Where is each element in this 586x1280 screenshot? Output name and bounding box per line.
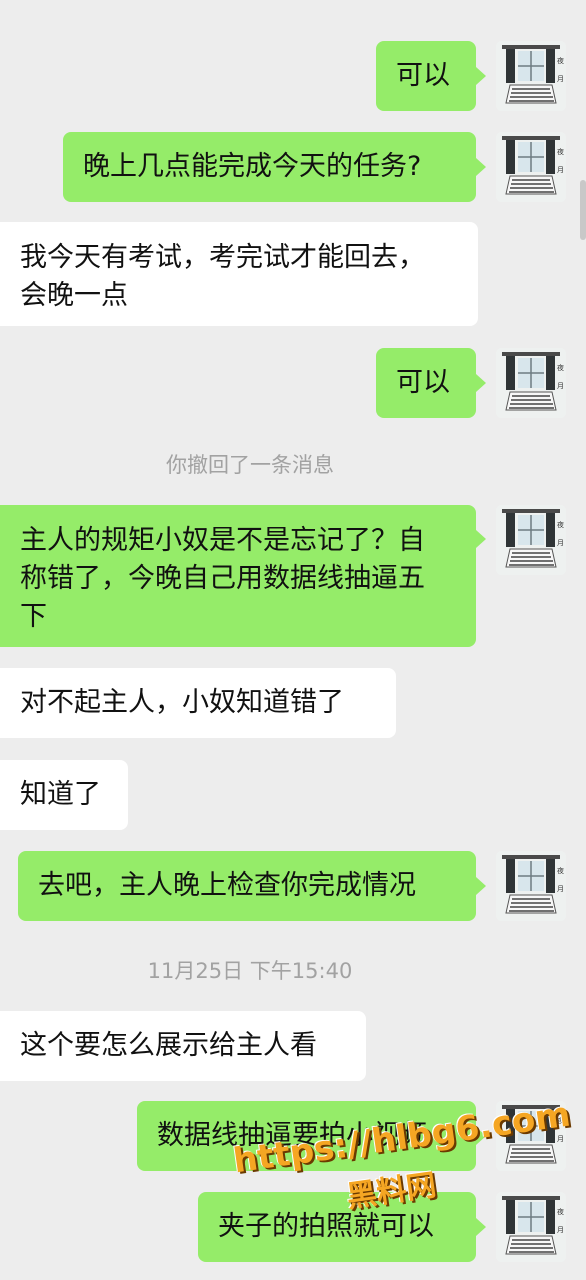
- message-text: 去吧，主人晚上检查你完成情况: [38, 870, 416, 901]
- bubble-tail: [476, 877, 486, 895]
- avatar-icon[interactable]: [496, 132, 566, 202]
- bubble-tail: [476, 530, 486, 548]
- message-line: 称错了，今晚自己用数据线抽逼五: [20, 563, 425, 594]
- message-line: 主人的规矩小奴是不是忘记了？自: [20, 525, 425, 556]
- message-line: 我今天有考试，考完试才能回去，: [20, 242, 425, 273]
- scrollbar[interactable]: [580, 180, 586, 240]
- bubble-tail: [476, 1218, 486, 1236]
- message-text: 知道了: [20, 779, 101, 810]
- message-text: 可以: [396, 60, 450, 91]
- message-bubble-outgoing[interactable]: 可以: [376, 348, 476, 418]
- avatar-icon[interactable]: [496, 1192, 566, 1262]
- message-bubble-incoming[interactable]: 对不起主人，小奴知道错了: [0, 668, 396, 738]
- bubble-tail: [476, 374, 486, 392]
- message-line: 下: [20, 601, 47, 632]
- avatar-icon[interactable]: [496, 41, 566, 111]
- avatar-icon[interactable]: [496, 348, 566, 418]
- message-text: 可以: [396, 367, 450, 398]
- system-message-recall[interactable]: 你撤回了一条消息: [0, 449, 500, 479]
- message-text: 夹子的拍照就可以: [218, 1211, 434, 1242]
- message-bubble-outgoing[interactable]: 晚上几点能完成今天的任务?: [63, 132, 476, 202]
- bubble-tail: [476, 67, 486, 85]
- message-line: 会晚一点: [20, 280, 128, 311]
- avatar-icon[interactable]: [496, 505, 566, 575]
- message-bubble-outgoing[interactable]: 可以: [376, 41, 476, 111]
- message-text: 晚上几点能完成今天的任务?: [83, 151, 422, 182]
- bubble-tail: [476, 158, 486, 176]
- message-bubble-incoming[interactable]: 这个要怎么展示给主人看: [0, 1011, 366, 1081]
- message-bubble-incoming[interactable]: 知道了: [0, 760, 128, 830]
- message-bubble-incoming[interactable]: 我今天有考试，考完试才能回去， 会晚一点: [0, 222, 478, 326]
- avatar-icon[interactable]: [496, 851, 566, 921]
- message-text: 这个要怎么展示给主人看: [20, 1030, 317, 1061]
- message-bubble-outgoing[interactable]: 主人的规矩小奴是不是忘记了？自 称错了，今晚自己用数据线抽逼五 下: [0, 505, 476, 647]
- message-bubble-outgoing[interactable]: 去吧，主人晚上检查你完成情况: [18, 851, 476, 921]
- message-text: 对不起主人，小奴知道错了: [20, 687, 344, 718]
- timestamp: 11月25日 下午15:40: [147, 959, 353, 983]
